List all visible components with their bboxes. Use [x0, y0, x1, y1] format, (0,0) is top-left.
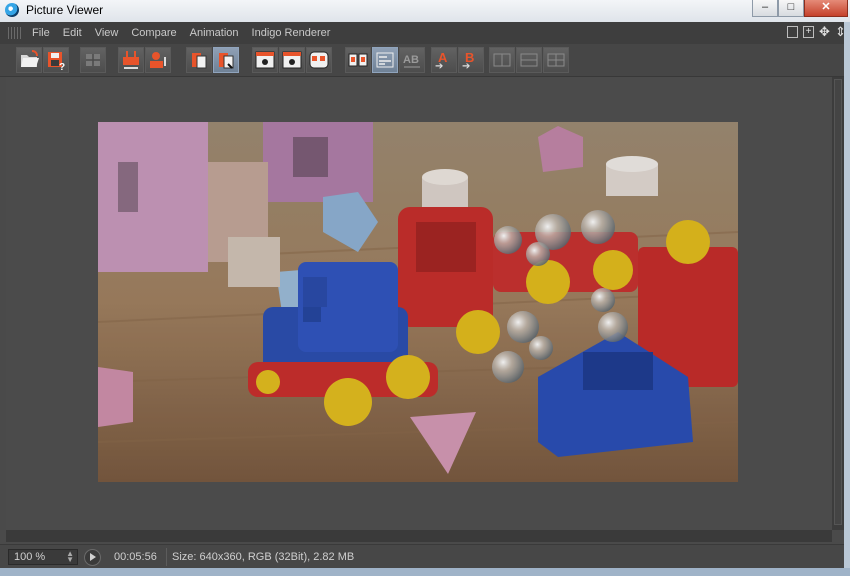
stereo-right-button[interactable] — [279, 47, 305, 73]
svg-text:AB: AB — [403, 54, 419, 66]
window-title: Picture Viewer — [26, 3, 104, 17]
menu-bar: File Edit View Compare Animation Indigo … — [0, 22, 850, 45]
image-info: Size: 640x360, RGB (32Bit), 2.82 MB — [172, 551, 355, 563]
play-button[interactable] — [84, 549, 101, 566]
filter-button[interactable] — [80, 47, 106, 73]
status-divider — [166, 548, 167, 566]
stereo-both-icon — [307, 48, 331, 72]
arrow-right-icon: ➔ — [462, 61, 471, 72]
layers-active-button[interactable] — [213, 47, 239, 73]
svg-text:?: ? — [59, 62, 65, 72]
menu-indigo-renderer[interactable]: Indigo Renderer — [252, 27, 331, 39]
cinema4d-app-icon — [5, 3, 19, 17]
save-button[interactable]: ? — [43, 47, 69, 73]
layers-icon — [187, 48, 211, 72]
ab-split-icon — [490, 48, 514, 72]
stereo-right-icon — [280, 48, 304, 72]
render-to-pv-icon — [146, 48, 170, 72]
dual-view-active-button[interactable] — [372, 47, 398, 73]
panel-toggle-icon[interactable] — [787, 26, 798, 38]
dual-view-button[interactable] — [345, 47, 371, 73]
dual-view-icon — [346, 48, 370, 72]
ab-compare-button[interactable]: AB — [399, 47, 425, 73]
layers-button[interactable] — [186, 47, 212, 73]
ab-split-button[interactable] — [489, 47, 515, 73]
arrow-right-icon: ➔ — [435, 61, 444, 72]
menu-view[interactable]: View — [95, 27, 119, 39]
render-time: 00:05:56 — [114, 551, 157, 563]
render-region-icon — [119, 48, 143, 72]
save-icon: ? — [44, 48, 68, 72]
set-as-a-button[interactable]: A ➔ — [431, 47, 457, 73]
vertical-scroll-thumb[interactable] — [834, 79, 842, 525]
ab-horizontal-icon — [544, 48, 568, 72]
zoom-spinner-icon[interactable]: ▲ ▼ — [66, 550, 74, 564]
toolbar: ? AB A ➔ B ➔ — [0, 44, 850, 77]
ab-horizontal-button[interactable] — [543, 47, 569, 73]
new-window-icon[interactable]: + — [803, 26, 814, 38]
rendered-image — [98, 122, 738, 482]
window-controls: – □ ✕ — [752, 0, 848, 17]
grip-handle-icon[interactable] — [8, 27, 22, 39]
desktop-background — [844, 22, 850, 576]
zoom-value: 100 % — [14, 551, 46, 563]
toy-scene-illustration — [98, 122, 738, 482]
filter-icon — [81, 48, 105, 72]
menu-animation[interactable]: Animation — [190, 27, 239, 39]
maximize-button[interactable]: □ — [778, 0, 804, 17]
dual-view-active-icon — [373, 48, 397, 72]
status-bar: 100 % ▲ ▼ 00:05:56 Size: 640x360, RGB (32… — [0, 544, 844, 569]
close-button[interactable]: ✕ — [804, 0, 848, 17]
set-as-b-button[interactable]: B ➔ — [458, 47, 484, 73]
minimize-button[interactable]: – — [752, 0, 778, 17]
layers-active-icon — [214, 48, 238, 72]
title-bar: Picture Viewer – □ ✕ — [0, 0, 850, 22]
stereo-left-button[interactable] — [252, 47, 278, 73]
open-icon — [17, 48, 41, 72]
menu-file[interactable]: File — [32, 27, 50, 39]
ab-vertical-button[interactable] — [516, 47, 542, 73]
render-to-pv-button[interactable] — [145, 47, 171, 73]
horizontal-scrollbar[interactable] — [6, 530, 832, 542]
ab-vertical-icon — [517, 48, 541, 72]
menu-compare[interactable]: Compare — [131, 27, 176, 39]
ab-compare-icon: AB — [400, 48, 424, 72]
open-button[interactable] — [16, 47, 42, 73]
play-icon — [90, 553, 96, 561]
render-region-button[interactable] — [118, 47, 144, 73]
stereo-both-button[interactable] — [306, 47, 332, 73]
stereo-left-icon — [253, 48, 277, 72]
move-icon[interactable]: ✥ — [819, 25, 830, 38]
zoom-field[interactable]: 100 % ▲ ▼ — [8, 549, 78, 565]
vertical-scrollbar[interactable] — [832, 77, 844, 530]
menu-edit[interactable]: Edit — [63, 27, 82, 39]
desktop-background-bottom — [0, 568, 850, 576]
